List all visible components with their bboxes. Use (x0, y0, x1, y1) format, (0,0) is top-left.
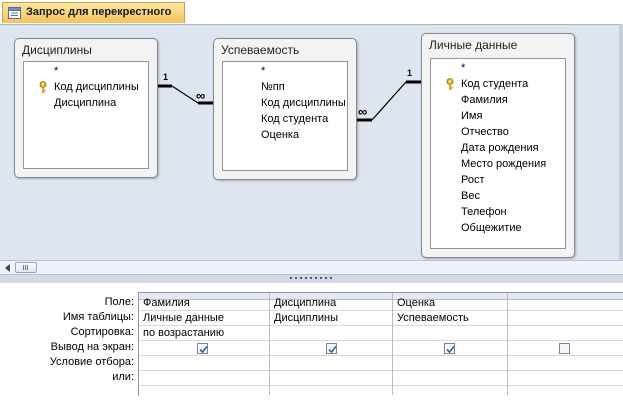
splitter-grip-icon (290, 277, 332, 279)
show-checkbox[interactable] (444, 343, 455, 354)
show-cell[interactable] (393, 341, 507, 356)
field-cell[interactable]: Дисциплина (270, 296, 392, 311)
row-label-sort: Сортировка: (70, 326, 134, 338)
field-list[interactable]: * №пп Код дисциплины Код студента Оценка (222, 61, 348, 171)
or-cell[interactable] (139, 371, 269, 386)
sort-cell[interactable] (393, 326, 507, 341)
sort-cell[interactable] (270, 326, 392, 341)
show-checkbox[interactable] (326, 343, 337, 354)
grid-column[interactable] (508, 293, 623, 395)
show-cell[interactable] (270, 341, 392, 356)
document-tab-bar: Запрос для перекрестного (0, 0, 623, 24)
table-title: Успеваемость (221, 43, 300, 57)
or-cell[interactable] (270, 371, 392, 386)
criteria-cell[interactable] (508, 356, 623, 371)
scroll-thumb[interactable] (15, 262, 37, 273)
pane-splitter[interactable] (0, 275, 623, 283)
field-list[interactable]: * Код дисциплины Дисциплина (23, 61, 149, 169)
sort-cell[interactable] (508, 326, 623, 341)
row-label-criteria: Условие отбора: (49, 356, 134, 368)
table-title: Дисциплины (22, 43, 92, 57)
query-tab[interactable]: Запрос для перекрестного (2, 2, 185, 23)
row-label-table: Имя таблицы: (62, 311, 134, 323)
rel2-one-label: 1 (407, 68, 412, 78)
show-cell[interactable] (508, 341, 623, 356)
rel1-one-label: 1 (163, 72, 168, 82)
scroll-left-arrow-icon[interactable] (3, 263, 13, 273)
grid-column[interactable]: Оценка Успеваемость (393, 293, 508, 395)
table-window-lichnye[interactable]: Личные данные * Код студента Фамилия Имя… (421, 33, 575, 258)
table-title: Личные данные (429, 38, 518, 52)
check-icon (446, 345, 455, 354)
criteria-cell[interactable] (393, 356, 507, 371)
table-window-discipliny[interactable]: Дисциплины * Код дисциплины Дисциплина (14, 38, 158, 178)
table-cell[interactable]: Дисциплины (270, 311, 392, 326)
sort-cell[interactable]: по возрастанию (139, 326, 269, 341)
pane-edge (619, 24, 623, 260)
check-icon (199, 345, 208, 354)
query-design-grid: Поле: Имя таблицы: Сортировка: Вывод на … (0, 283, 623, 407)
or-cell[interactable] (508, 371, 623, 386)
grid-column[interactable]: Дисциплина Дисциплины (270, 293, 393, 395)
horizontal-scrollbar[interactable] (0, 260, 623, 275)
rel2-many-label: ∞ (358, 104, 367, 119)
row-label-show: Вывод на экран: (50, 341, 134, 353)
criteria-cell[interactable] (270, 356, 392, 371)
field-cell[interactable] (508, 296, 623, 311)
primary-key-icon (446, 78, 454, 90)
tab-title: Запрос для перекрестного (26, 6, 172, 18)
field-list[interactable]: * Код студента Фамилия Имя Отчество Дата… (430, 58, 566, 249)
show-checkbox[interactable] (197, 343, 208, 354)
table-cell[interactable]: Успеваемость (393, 311, 507, 326)
query-icon (8, 7, 21, 19)
table-cell[interactable] (508, 311, 623, 326)
or-cell[interactable] (393, 371, 507, 386)
row-label-field: Поле: (104, 296, 134, 308)
table-window-uspevaemost[interactable]: Успеваемость * №пп Код дисциплины Код ст… (213, 38, 357, 180)
field-cell[interactable]: Оценка (393, 296, 507, 311)
table-cell[interactable]: Личные данные (139, 311, 269, 326)
show-cell[interactable] (139, 341, 269, 356)
grip-icon (23, 265, 28, 270)
row-label-or: или: (112, 371, 134, 383)
criteria-cell[interactable] (139, 356, 269, 371)
relationship-discipliny-uspevaemost (158, 84, 214, 105)
rel1-many-label: ∞ (196, 88, 205, 103)
design-grid[interactable]: Фамилия Личные данные по возрастанию Дис… (138, 292, 623, 396)
table-diagram-pane[interactable]: 1 ∞ ∞ 1 Дисциплины * Код дисциплины Дисц… (0, 24, 623, 260)
check-icon (328, 345, 337, 354)
field-cell[interactable]: Фамилия (139, 296, 269, 311)
show-checkbox[interactable] (559, 343, 570, 354)
grid-column[interactable]: Фамилия Личные данные по возрастанию (139, 293, 270, 395)
primary-key-icon (39, 81, 47, 93)
